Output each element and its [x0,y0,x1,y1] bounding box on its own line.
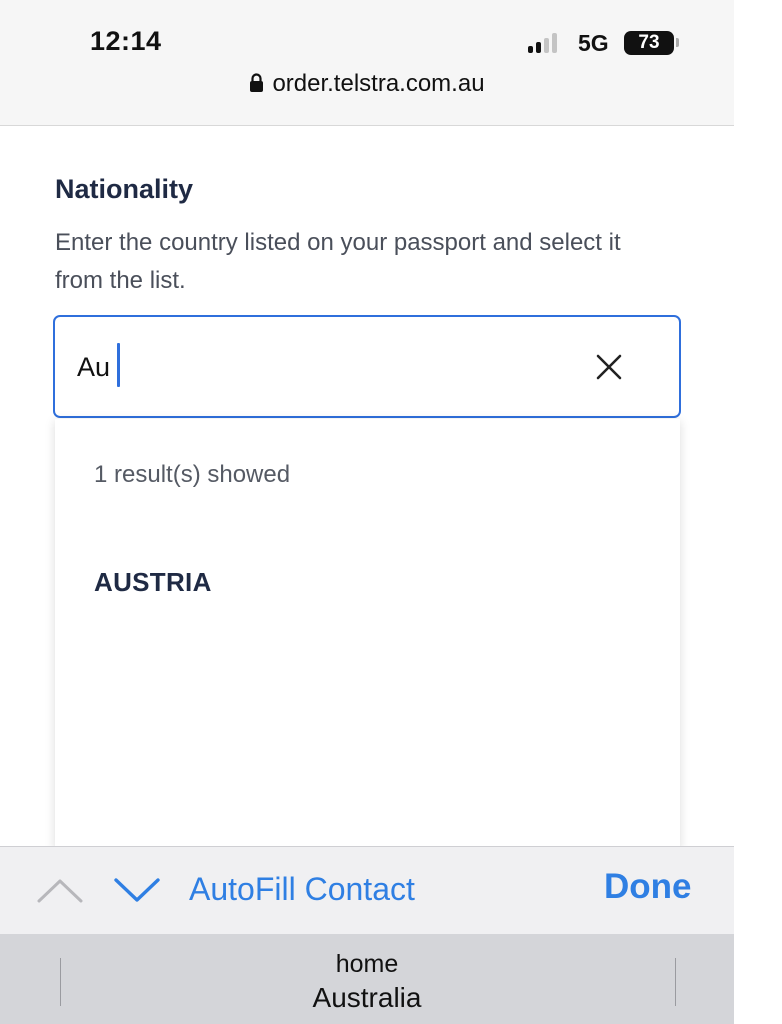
browser-chrome: 12:14 5G 73 order.telstra.com.au [0,0,734,126]
keyboard-suggestion-bar: home Australia [0,934,734,1024]
results-dropdown: 1 result(s) showed AUSTRIA [55,419,680,849]
network-type: 5G [578,30,609,56]
signal-bar [552,33,557,53]
suggestion-divider [60,958,61,1006]
done-button[interactable]: Done [604,867,692,907]
battery-cap [676,38,679,47]
address-bar[interactable]: order.telstra.com.au [0,70,734,100]
suggestion-australia[interactable]: home Australia [120,948,614,1016]
chevron-down-icon [114,878,160,902]
page: 12:14 5G 73 order.telstra.com.au Nationa… [0,0,782,1024]
next-field-button[interactable] [112,867,162,913]
clear-button[interactable] [585,343,633,391]
suggestion-line1: home [335,950,399,978]
suggestion-divider [675,958,676,1006]
keyboard-accessory-bar: AutoFill Contact Done [0,846,734,935]
chevron-up-icon [37,879,83,903]
nationality-search-box[interactable] [53,315,681,418]
signal-strength-icon [528,33,564,53]
lock-icon [249,72,264,100]
nationality-hint: Enter the country listed on your passpor… [55,229,621,294]
signal-bar [536,42,541,53]
close-icon [596,354,622,380]
nationality-input[interactable] [77,343,557,391]
battery-icon: 73 [624,31,674,55]
signal-bar [544,38,549,53]
result-count: 1 result(s) showed [94,461,291,488]
text-caret [117,343,120,387]
signal-bar [528,46,533,53]
suggestion-line2: Australia [312,982,422,1013]
option-austria[interactable]: AUSTRIA [55,549,680,619]
right-edge [734,0,782,1024]
nationality-label: Nationality [55,174,194,204]
url-text: order.telstra.com.au [272,70,485,97]
previous-field-button[interactable] [35,867,85,913]
status-time: 12:14 [90,26,162,56]
autofill-contact-button[interactable]: AutoFill Contact [189,871,415,908]
option-label: AUSTRIA [94,567,212,597]
